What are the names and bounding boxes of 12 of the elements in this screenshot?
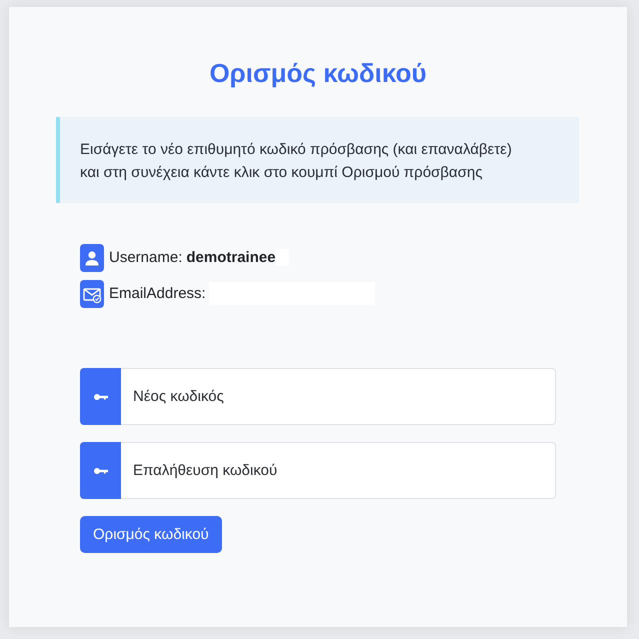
user-icon <box>80 244 104 272</box>
page-title: Ορισμός κωδικού <box>208 57 428 89</box>
password-field[interactable]: Επαλήθευση κωδικού <box>121 442 556 499</box>
info-text: Εισάγετε το νέο επιθυμητό κωδικό πρόσβασης (και επαναλάβετε) και στη συνέχεια κάντε κλικ στο κουμπί Ορισμού πρόσβασης <box>80 140 513 183</box>
envelope-icon <box>80 280 104 308</box>
key-icon <box>80 368 121 425</box>
password-field[interactable]: Νέος κωδικός <box>121 368 556 425</box>
email-label: EmailAddress: <box>109 285 206 302</box>
set-password-button[interactable]: Ορισμός κωδικού <box>80 516 222 553</box>
username-label: Username: <box>109 249 182 266</box>
username-value: demotrainee <box>186 249 276 266</box>
key-icon <box>80 442 121 499</box>
